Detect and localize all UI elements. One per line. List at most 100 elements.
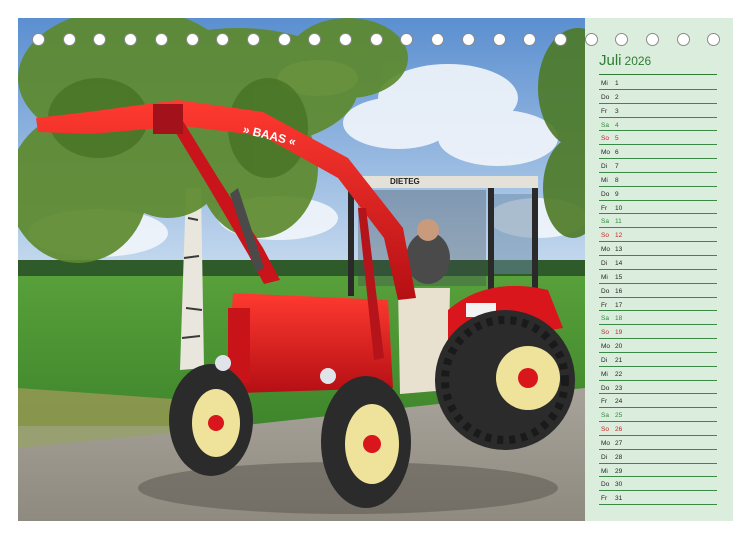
day-number: 14	[615, 259, 623, 267]
day-row: Mo 13	[599, 242, 717, 256]
day-name: So	[601, 135, 609, 143]
day-row: Fr 17	[599, 298, 717, 312]
day-number: 4	[615, 121, 619, 129]
day-row: Do 23	[599, 381, 717, 395]
day-row: Mi 15	[599, 270, 717, 284]
day-number: 13	[615, 246, 623, 254]
day-row: Di 7	[599, 159, 717, 173]
calendar-page: DIETEG » BAAS « Juli 2026 Mi 1 Do 2 Fr 3…	[0, 0, 750, 539]
day-number: 9	[615, 190, 619, 198]
day-row: Di 28	[599, 450, 717, 464]
cab-brand-text: DIETEG	[390, 177, 420, 186]
day-number: 7	[615, 163, 619, 171]
day-name: Fr	[601, 495, 608, 503]
day-number: 18	[615, 315, 623, 323]
month-header: Juli 2026	[599, 52, 729, 72]
day-row: Sa 4	[599, 118, 717, 132]
day-name: Sa	[601, 315, 609, 323]
day-name: Mi	[601, 467, 608, 475]
day-name: Fr	[601, 107, 608, 115]
day-number: 16	[615, 287, 623, 295]
day-name: Mo	[601, 246, 611, 254]
day-row: Mi 29	[599, 464, 717, 478]
day-name: Fr	[601, 301, 608, 309]
day-row: So 26	[599, 422, 717, 436]
day-name: Sa	[601, 121, 609, 129]
day-number: 29	[615, 467, 623, 475]
day-list: Mi 1 Do 2 Fr 3 Sa 4 So 5 Mo 6 Di 7 Mi 8 Do 9 Fr 10 Sa 11 So 12 M…	[599, 76, 717, 506]
day-name: Fr	[601, 204, 608, 212]
month-year: 2026	[624, 54, 652, 68]
day-row: Fr 24	[599, 394, 717, 409]
day-row: Mo 27	[599, 436, 717, 450]
day-row: Mi 8	[599, 173, 717, 187]
day-number: 11	[615, 218, 622, 226]
day-number: 28	[615, 453, 623, 461]
day-row: Sa 18	[599, 311, 717, 326]
day-name: So	[601, 329, 609, 337]
day-name: Do	[601, 481, 610, 489]
day-number: 1	[615, 80, 619, 87]
day-number: 25	[615, 412, 623, 420]
day-name: Di	[601, 453, 608, 461]
day-row: Fr 3	[599, 104, 717, 118]
day-number: 21	[615, 356, 623, 364]
day-row: Do 30	[599, 477, 717, 492]
day-number: 17	[615, 301, 623, 309]
day-row: Fr 31	[599, 491, 717, 506]
day-name: Do	[601, 190, 610, 198]
day-name: Do	[601, 93, 610, 101]
day-number: 5	[615, 135, 619, 143]
day-name: Mi	[601, 80, 608, 87]
day-name: Mi	[601, 273, 608, 281]
day-name: So	[601, 426, 609, 434]
day-row: Sa 25	[599, 408, 717, 423]
day-row: Mo 20	[599, 339, 717, 353]
day-number: 24	[615, 398, 623, 406]
day-number: 31	[615, 495, 623, 503]
day-name: Mi	[601, 176, 608, 184]
day-number: 22	[615, 370, 623, 378]
day-number: 6	[615, 149, 619, 157]
day-name: Mo	[601, 439, 611, 447]
day-row: Do 16	[599, 284, 717, 298]
day-row: So 12	[599, 228, 717, 243]
day-name: Di	[601, 356, 608, 364]
header-divider	[599, 74, 717, 75]
day-row: Do 2	[599, 90, 717, 104]
day-number: 12	[615, 232, 623, 240]
front-wheel-left	[169, 364, 253, 476]
day-name: Di	[601, 259, 608, 267]
day-number: 30	[615, 481, 623, 489]
tractor-photo: DIETEG » BAAS «	[18, 18, 585, 521]
day-name: Sa	[601, 412, 609, 420]
front-wheel-right	[321, 376, 411, 508]
day-number: 2	[615, 93, 619, 101]
day-row: So 19	[599, 325, 717, 340]
day-number: 3	[615, 107, 619, 115]
day-number: 20	[615, 343, 623, 351]
headlight	[215, 355, 231, 371]
day-number: 8	[615, 176, 619, 184]
day-name: Mi	[601, 370, 608, 378]
day-name: Di	[601, 163, 608, 171]
day-row: Fr 10	[599, 201, 717, 215]
day-name: So	[601, 232, 609, 240]
day-name: Do	[601, 287, 610, 295]
day-row: Mi 1	[599, 76, 717, 90]
day-number: 26	[615, 426, 623, 434]
day-name: Do	[601, 384, 610, 392]
day-name: Mo	[601, 149, 611, 157]
day-row: Sa 11	[599, 214, 717, 229]
day-row: Di 14	[599, 256, 717, 270]
rear-wheel	[435, 310, 575, 450]
day-name: Fr	[601, 398, 608, 406]
day-row: Di 21	[599, 353, 717, 367]
day-number: 23	[615, 384, 623, 392]
calendar-sidebar: Juli 2026 Mi 1 Do 2 Fr 3 Sa 4 So 5 Mo 6 Di 7 Mi 8 Do 9 Fr 10…	[585, 18, 733, 521]
day-row: Mo 6	[599, 145, 717, 160]
day-row: So 5	[599, 131, 717, 146]
day-row: Do 9	[599, 187, 717, 201]
day-number: 27	[615, 439, 623, 447]
day-number: 15	[615, 273, 623, 281]
